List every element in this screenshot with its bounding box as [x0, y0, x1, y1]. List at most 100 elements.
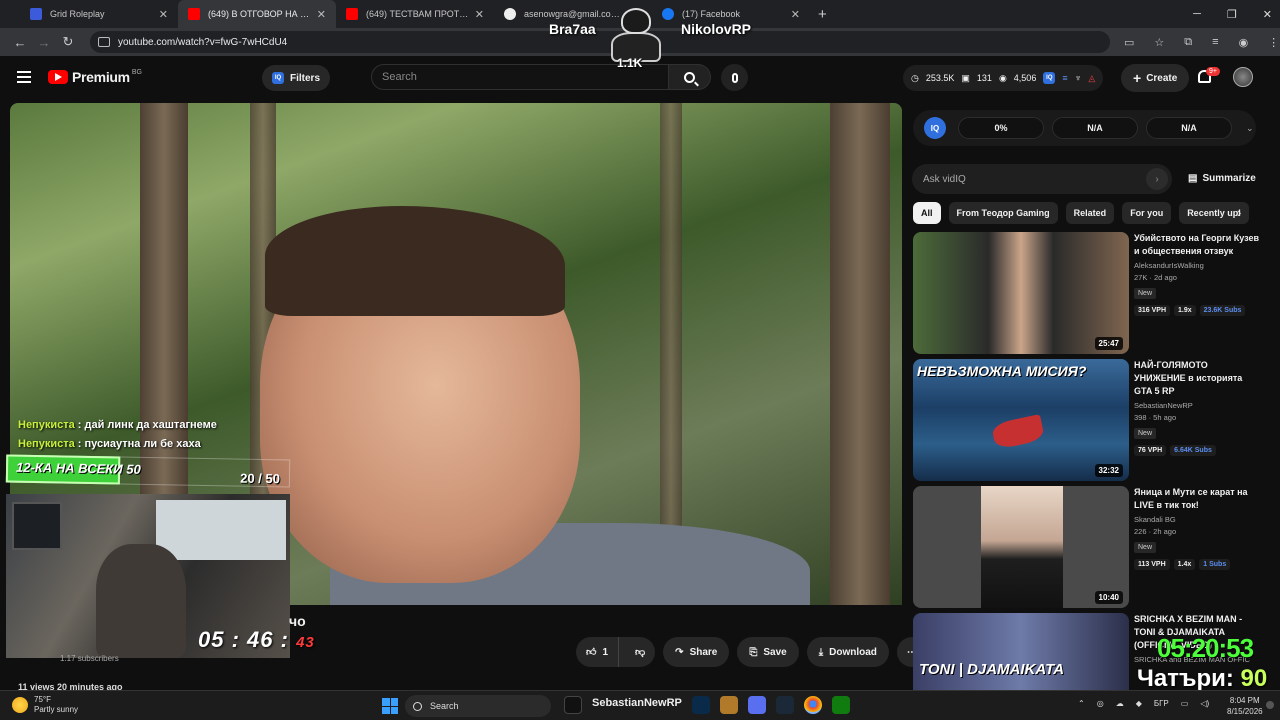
maximize-icon[interactable]: ❐ — [1227, 8, 1237, 21]
site-info-icon[interactable] — [98, 37, 110, 47]
tab-close-icon[interactable]: ✕ — [317, 8, 326, 21]
trophy-icon[interactable]: ♆ — [1075, 73, 1082, 83]
tab-favicon — [346, 8, 358, 20]
boat-shape — [990, 414, 1046, 450]
download-button[interactable]: ⤓ Download — [806, 637, 889, 667]
volume-icon[interactable]: ◁) — [1200, 699, 1209, 708]
video-info: Яница и Мути се карат на LIVE в тик ток!… — [1134, 486, 1260, 570]
tiktok-icon[interactable] — [564, 696, 582, 714]
profile-icon[interactable]: ◉ — [1239, 36, 1249, 49]
browser-tab-2[interactable]: (649) ТЕСТВАМ ПРОТЕЙНОВИ ✕ — [336, 0, 494, 28]
browser-tab-0[interactable]: Grid Roleplay ✕ — [20, 0, 178, 28]
tab-close-icon[interactable]: ✕ — [475, 8, 484, 21]
network-icon[interactable]: ▭ — [1181, 699, 1189, 708]
reload-icon[interactable]: ↻ — [56, 34, 80, 50]
youtube-logo[interactable]: Premium BG — [48, 69, 142, 85]
video-title[interactable]: Убийството на Георги Кузев и обществения… — [1134, 232, 1260, 258]
channel-name[interactable]: SebastianNewRP — [1134, 401, 1260, 410]
create-button[interactable]: + Create — [1121, 64, 1190, 92]
taskbar-clock[interactable]: 8:04 PM 8/15/2026 — [1227, 695, 1263, 717]
xbox-icon[interactable] — [831, 696, 850, 714]
tray-app-icon[interactable]: ◆ — [1136, 699, 1142, 708]
voice-search-button[interactable] — [721, 64, 748, 91]
video-meta: 226 · 2h ago — [1134, 527, 1177, 536]
photoshop-icon[interactable] — [691, 696, 710, 714]
screen: Grid Roleplay ✕ (649) В ОТГОВОР НА КОМ ✕… — [0, 0, 1280, 720]
more-icon[interactable]: ⋮ — [1268, 36, 1279, 49]
new-tab-button[interactable]: + — [818, 6, 827, 23]
chip-from-channel[interactable]: From Теодор Gaming — [948, 202, 1058, 224]
youtube-play-icon — [48, 70, 68, 84]
close-icon[interactable]: ✕ — [1263, 8, 1272, 21]
forward-icon[interactable]: → — [32, 35, 56, 50]
logo-text: Premium — [72, 69, 130, 85]
list-icon[interactable]: ≡ — [1062, 73, 1067, 83]
save-button[interactable]: ⎘ Save — [737, 637, 799, 667]
address-bar[interactable]: youtube.com/watch?v=fwG-7wHCdU4 — [90, 31, 1110, 53]
channel-name[interactable]: Skandali BG — [1134, 515, 1260, 524]
channel-name[interactable]: AleksandurIsWalking — [1134, 261, 1260, 270]
stream-timer: 05 : 46 : 43 — [198, 627, 315, 653]
notification-center-icon[interactable] — [1266, 701, 1274, 709]
video-thumbnail[interactable]: 25:47 — [913, 232, 1129, 354]
share-button[interactable]: ↷ Share — [663, 637, 730, 667]
filters-label: Filters — [290, 72, 321, 84]
weather-sun-icon — [12, 697, 28, 713]
chevron-right-icon[interactable]: › — [1146, 168, 1168, 190]
chip-for-you[interactable]: For you — [1122, 202, 1172, 224]
minimize-icon[interactable]: ─ — [1193, 8, 1201, 20]
extensions-icon[interactable]: ⧉ — [1184, 36, 1192, 49]
duration-badge: 25:47 — [1094, 337, 1123, 350]
tray-app-icon[interactable]: ☁ — [1116, 699, 1124, 708]
taskbar-search[interactable]: Search — [405, 695, 551, 717]
videos-icon: ▣ — [961, 72, 970, 83]
video-thumbnail[interactable]: НЕВЪЗМОЖНА МИСИЯ? 32:32 — [913, 359, 1129, 481]
microphone-icon — [731, 72, 738, 83]
filters-button[interactable]: IQ Filters — [262, 65, 331, 91]
search-button[interactable] — [669, 64, 711, 90]
recommended-video[interactable]: 25:47 Убийството на Георги Кузев и общес… — [913, 232, 1260, 355]
chevron-down-icon[interactable]: ⌄ — [1246, 123, 1254, 134]
person-hair — [265, 206, 565, 316]
ask-vidiq-input[interactable]: Ask vidIQ › — [912, 164, 1172, 194]
recommended-video[interactable]: НЕВЪЗМОЖНА МИСИЯ? 32:32 НАЙ-ГОЛЯМОТО УНИ… — [913, 359, 1258, 482]
tray-app-icon[interactable]: ◎ — [1097, 699, 1104, 708]
windows-start-icon[interactable] — [382, 698, 398, 714]
webcam-person — [96, 544, 186, 658]
recommended-video[interactable]: 10:40 Яница и Мути се карат на LIVE в ти… — [913, 486, 1258, 609]
stat-videos: 131 — [976, 73, 992, 83]
video-title[interactable]: Яница и Мути се карат на LIVE в тик ток! — [1134, 486, 1260, 512]
tab-close-icon[interactable]: ✕ — [159, 8, 168, 21]
video-thumbnail[interactable]: TONI | DJAMAIKATA — [913, 613, 1129, 690]
bookmark-star-icon[interactable]: ☆ — [1154, 36, 1164, 49]
chevron-up-icon[interactable]: ⌃ — [1078, 699, 1085, 708]
duration-badge: 32:32 — [1094, 464, 1123, 477]
alert-icon[interactable]: ◬ — [1088, 73, 1095, 84]
menu-icon[interactable] — [17, 71, 31, 83]
cast-icon[interactable]: ▭ — [1124, 36, 1134, 49]
save-label: Save — [763, 646, 787, 658]
language-indicator[interactable]: БГР — [1154, 699, 1169, 708]
browser-tab-1[interactable]: (649) В ОТГОВОР НА КОМ ✕ — [178, 0, 336, 28]
like-button[interactable]: 👍︎ 1 — [576, 637, 620, 667]
chip-related[interactable]: Related — [1065, 202, 1115, 224]
chip-all[interactable]: All — [913, 202, 941, 224]
tab-close-icon[interactable]: ✕ — [791, 8, 800, 21]
account-avatar[interactable] — [1233, 67, 1253, 87]
dislike-button[interactable]: 👎︎ — [625, 637, 655, 667]
steam-icon[interactable] — [775, 696, 794, 714]
back-icon[interactable]: ← — [8, 35, 32, 50]
app-icon[interactable] — [719, 696, 738, 714]
weather-widget[interactable]: 75°F Partly sunny — [12, 695, 78, 715]
viewer-count: 1.1K — [617, 56, 643, 70]
ask-placeholder: Ask vidIQ — [923, 173, 966, 185]
app-icon[interactable] — [747, 696, 766, 714]
reading-list-icon[interactable]: ≡ — [1212, 36, 1218, 49]
video-title[interactable]: НАЙ-ГОЛЯМОТО УНИЖЕНИЕ в историята GTA 5 … — [1134, 359, 1260, 398]
chevron-right-icon[interactable]: › — [1237, 205, 1241, 220]
vidiq-icon[interactable]: IQ — [1043, 72, 1056, 84]
video-thumbnail[interactable]: 10:40 — [913, 486, 1129, 608]
summarize-button[interactable]: ▤ Summarize — [1188, 173, 1256, 184]
chrome-icon[interactable] — [803, 696, 822, 714]
vidiq-video-stats: 316 VPH 1.9x 23.6K Subs — [1134, 305, 1260, 316]
